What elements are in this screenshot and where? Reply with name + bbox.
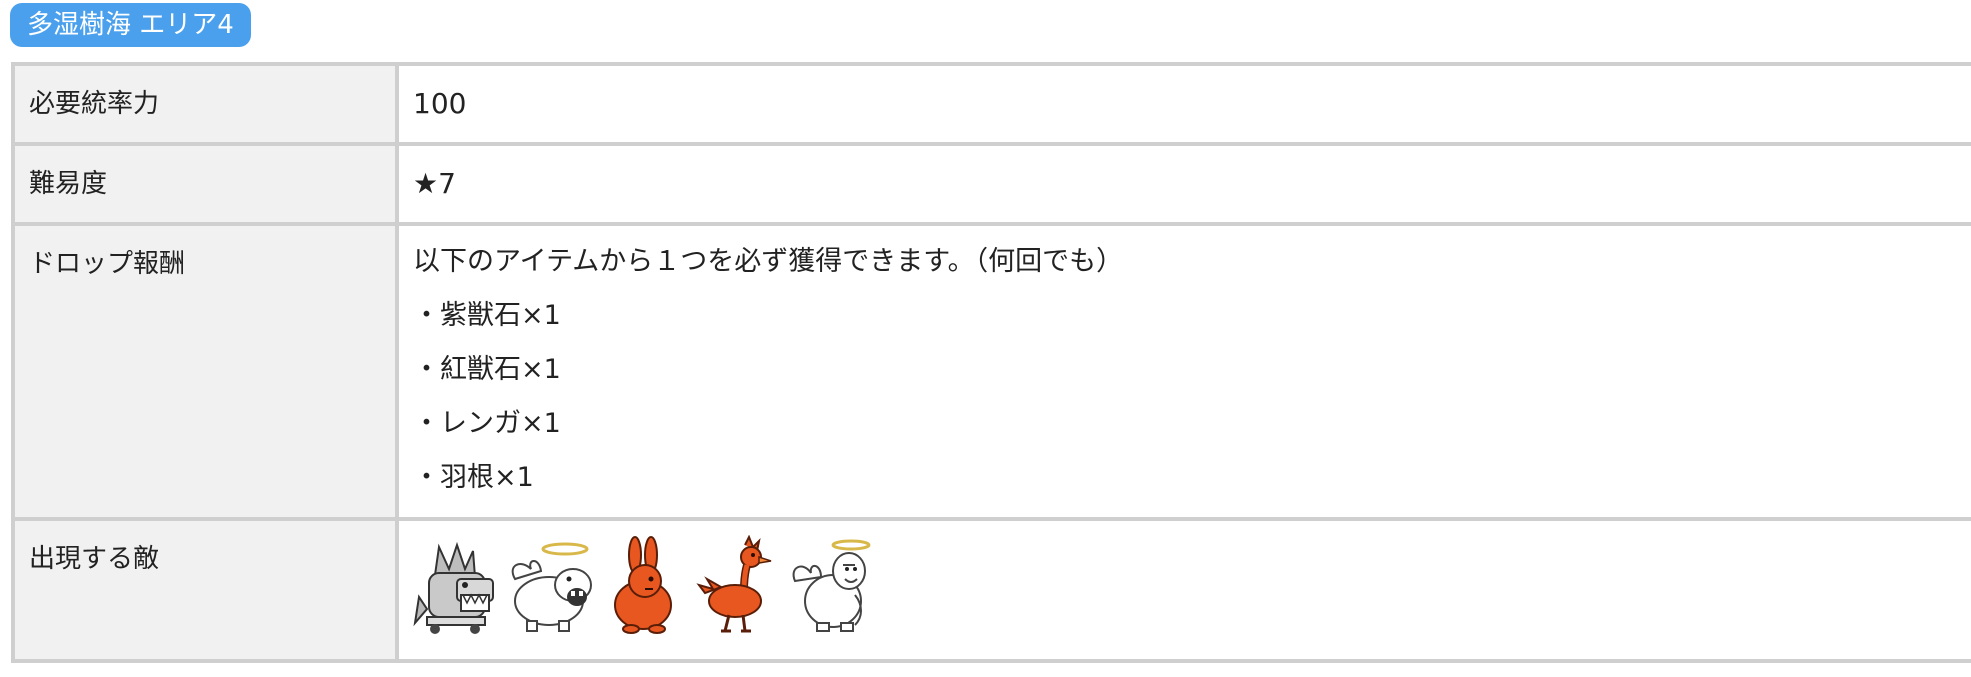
cost-row: 必要統率力 100	[11, 62, 1971, 146]
difficulty-value: ★7	[395, 142, 1971, 226]
enemies-label: 出現する敵	[11, 517, 399, 663]
drop-item: ・紅獣石×1	[413, 354, 561, 385]
stage-info-table: 必要統率力 100 難易度 ★7 ドロップ報酬 以下のアイテムから１つを必ず獲得…	[11, 62, 1971, 663]
wolf-enemy-icon	[413, 541, 494, 634]
red-ostrich-enemy-icon	[696, 535, 772, 633]
cost-value: 100	[395, 62, 1971, 146]
difficulty-label: 難易度	[11, 142, 399, 226]
drop-item: ・羽根×1	[413, 462, 534, 493]
drop-item: ・紫獣石×1	[413, 300, 561, 331]
red-rabbit-enemy-icon	[614, 536, 672, 634]
drop-item: ・レンガ×1	[413, 408, 561, 439]
enemy-icon-list	[413, 535, 1971, 635]
winged-hippo-enemy-icon	[511, 542, 592, 632]
drop-reward-label: ドロップ報酬	[11, 222, 399, 521]
enemies-row: 出現する敵	[11, 517, 1971, 663]
drop-reward-intro: 以下のアイテムから１つを必ず獲得できます。（何回でも）	[413, 246, 1124, 277]
enemies-cell	[395, 517, 1971, 663]
cost-label: 必要統率力	[11, 62, 399, 146]
difficulty-row: 難易度 ★7	[11, 142, 1971, 226]
area-title-badge: 多湿樹海 エリア4	[10, 3, 251, 47]
drop-reward-row: ドロップ報酬 以下のアイテムから１つを必ず獲得できます。（何回でも） ・紫獣石×…	[11, 222, 1971, 521]
winged-gorilla-enemy-icon	[792, 539, 871, 632]
drop-reward-cell: 以下のアイテムから１つを必ず獲得できます。（何回でも） ・紫獣石×1 ・紅獣石×…	[395, 222, 1971, 521]
